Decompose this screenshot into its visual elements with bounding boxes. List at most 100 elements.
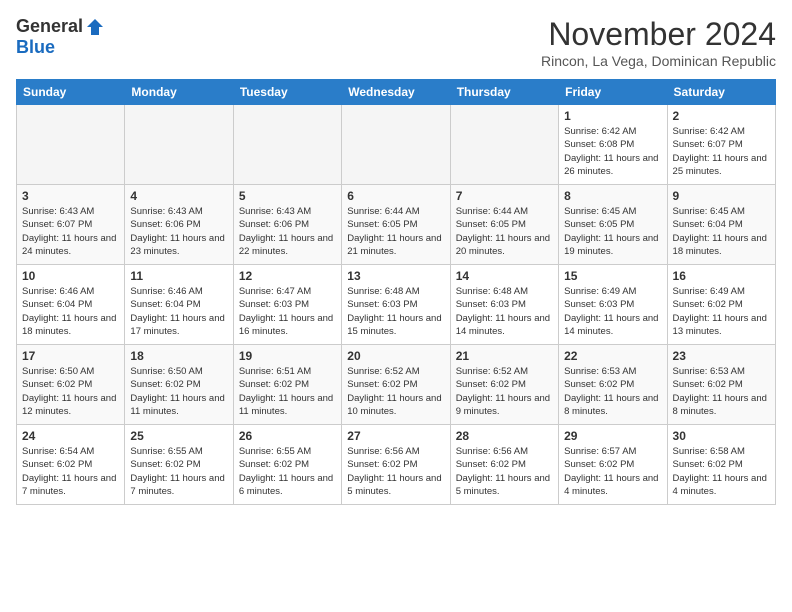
month-title: November 2024 xyxy=(541,16,776,53)
day-info: Sunrise: 6:55 AMSunset: 6:02 PMDaylight:… xyxy=(130,445,227,498)
weekday-header: Tuesday xyxy=(233,80,341,105)
calendar-day-cell: 2Sunrise: 6:42 AMSunset: 6:07 PMDaylight… xyxy=(667,105,775,185)
day-info: Sunrise: 6:43 AMSunset: 6:06 PMDaylight:… xyxy=(239,205,336,258)
logo-icon xyxy=(85,17,105,37)
weekday-header: Friday xyxy=(559,80,667,105)
day-info: Sunrise: 6:49 AMSunset: 6:03 PMDaylight:… xyxy=(564,285,661,338)
day-info: Sunrise: 6:57 AMSunset: 6:02 PMDaylight:… xyxy=(564,445,661,498)
title-section: November 2024 Rincon, La Vega, Dominican… xyxy=(541,16,776,69)
logo: General Blue xyxy=(16,16,105,58)
day-number: 12 xyxy=(239,269,336,283)
day-info: Sunrise: 6:58 AMSunset: 6:02 PMDaylight:… xyxy=(673,445,770,498)
calendar-week-row: 3 Sunrise: 6:43 AMSunset: 6:07 PMDaylight… xyxy=(17,185,776,265)
calendar-header-row: SundayMondayTuesdayWednesdayThursdayFrid… xyxy=(17,80,776,105)
calendar-day-cell: 21 Sunrise: 6:52 AMSunset: 6:02 PMDayligh… xyxy=(450,345,558,425)
day-info: Sunrise: 6:48 AMSunset: 6:03 PMDaylight:… xyxy=(347,285,444,338)
calendar-week-row: 10 Sunrise: 6:46 AMSunset: 6:04 PMDayligh… xyxy=(17,265,776,345)
weekday-header: Saturday xyxy=(667,80,775,105)
calendar-day-cell: 15 Sunrise: 6:49 AMSunset: 6:03 PMDayligh… xyxy=(559,265,667,345)
day-info: Sunrise: 6:42 AMSunset: 6:08 PMDaylight:… xyxy=(564,125,661,178)
day-number: 27 xyxy=(347,429,444,443)
day-number: 1 xyxy=(564,109,661,123)
weekday-header: Sunday xyxy=(17,80,125,105)
calendar-day-cell: 27 Sunrise: 6:56 AMSunset: 6:02 PMDayligh… xyxy=(342,425,450,505)
day-info: Sunrise: 6:50 AMSunset: 6:02 PMDaylight:… xyxy=(130,365,227,418)
calendar-day-cell: 30 Sunrise: 6:58 AMSunset: 6:02 PMDayligh… xyxy=(667,425,775,505)
calendar-day-cell: 6 Sunrise: 6:44 AMSunset: 6:05 PMDaylight… xyxy=(342,185,450,265)
calendar-day-cell: 16 Sunrise: 6:49 AMSunset: 6:02 PMDayligh… xyxy=(667,265,775,345)
day-number: 16 xyxy=(673,269,770,283)
calendar-day-cell: 4 Sunrise: 6:43 AMSunset: 6:06 PMDaylight… xyxy=(125,185,233,265)
calendar-table: SundayMondayTuesdayWednesdayThursdayFrid… xyxy=(16,79,776,505)
calendar-day-cell: 3 Sunrise: 6:43 AMSunset: 6:07 PMDaylight… xyxy=(17,185,125,265)
day-info: Sunrise: 6:49 AMSunset: 6:02 PMDaylight:… xyxy=(673,285,770,338)
day-number: 11 xyxy=(130,269,227,283)
calendar-week-row: 24 Sunrise: 6:54 AMSunset: 6:02 PMDayligh… xyxy=(17,425,776,505)
calendar-day-cell xyxy=(125,105,233,185)
calendar-day-cell: 18Sunrise: 6:50 AMSunset: 6:02 PMDayligh… xyxy=(125,345,233,425)
calendar-day-cell xyxy=(17,105,125,185)
logo-blue-text: Blue xyxy=(16,37,55,58)
day-number: 2 xyxy=(673,109,770,123)
weekday-header: Monday xyxy=(125,80,233,105)
day-info: Sunrise: 6:44 AMSunset: 6:05 PMDaylight:… xyxy=(347,205,444,258)
page-header: General Blue November 2024 Rincon, La Ve… xyxy=(16,16,776,69)
calendar-day-cell xyxy=(450,105,558,185)
calendar-day-cell: 24 Sunrise: 6:54 AMSunset: 6:02 PMDayligh… xyxy=(17,425,125,505)
day-number: 15 xyxy=(564,269,661,283)
calendar-day-cell: 23 Sunrise: 6:53 AMSunset: 6:02 PMDayligh… xyxy=(667,345,775,425)
weekday-header: Wednesday xyxy=(342,80,450,105)
calendar-week-row: 17Sunrise: 6:50 AMSunset: 6:02 PMDayligh… xyxy=(17,345,776,425)
day-info: Sunrise: 6:52 AMSunset: 6:02 PMDaylight:… xyxy=(347,365,444,418)
calendar-day-cell: 7Sunrise: 6:44 AMSunset: 6:05 PMDaylight… xyxy=(450,185,558,265)
day-number: 29 xyxy=(564,429,661,443)
day-number: 19 xyxy=(239,349,336,363)
day-info: Sunrise: 6:43 AMSunset: 6:07 PMDaylight:… xyxy=(22,205,119,258)
day-number: 22 xyxy=(564,349,661,363)
calendar-day-cell: 17Sunrise: 6:50 AMSunset: 6:02 PMDayligh… xyxy=(17,345,125,425)
calendar-day-cell: 9Sunrise: 6:45 AMSunset: 6:04 PMDaylight… xyxy=(667,185,775,265)
calendar-day-cell: 20Sunrise: 6:52 AMSunset: 6:02 PMDayligh… xyxy=(342,345,450,425)
calendar-day-cell xyxy=(342,105,450,185)
day-number: 8 xyxy=(564,189,661,203)
day-info: Sunrise: 6:55 AMSunset: 6:02 PMDaylight:… xyxy=(239,445,336,498)
calendar-day-cell: 25 Sunrise: 6:55 AMSunset: 6:02 PMDayligh… xyxy=(125,425,233,505)
calendar-day-cell xyxy=(233,105,341,185)
day-number: 14 xyxy=(456,269,553,283)
calendar-day-cell: 28 Sunrise: 6:56 AMSunset: 6:02 PMDayligh… xyxy=(450,425,558,505)
day-number: 23 xyxy=(673,349,770,363)
day-info: Sunrise: 6:48 AMSunset: 6:03 PMDaylight:… xyxy=(456,285,553,338)
calendar-day-cell: 10 Sunrise: 6:46 AMSunset: 6:04 PMDayligh… xyxy=(17,265,125,345)
day-info: Sunrise: 6:43 AMSunset: 6:06 PMDaylight:… xyxy=(130,205,227,258)
day-info: Sunrise: 6:52 AMSunset: 6:02 PMDaylight:… xyxy=(456,365,553,418)
day-number: 28 xyxy=(456,429,553,443)
day-number: 26 xyxy=(239,429,336,443)
day-number: 10 xyxy=(22,269,119,283)
calendar-day-cell: 22Sunrise: 6:53 AMSunset: 6:02 PMDayligh… xyxy=(559,345,667,425)
day-number: 25 xyxy=(130,429,227,443)
day-info: Sunrise: 6:53 AMSunset: 6:02 PMDaylight:… xyxy=(673,365,770,418)
day-info: Sunrise: 6:56 AMSunset: 6:02 PMDaylight:… xyxy=(456,445,553,498)
day-number: 24 xyxy=(22,429,119,443)
day-info: Sunrise: 6:45 AMSunset: 6:05 PMDaylight:… xyxy=(564,205,661,258)
calendar-day-cell: 19Sunrise: 6:51 AMSunset: 6:02 PMDayligh… xyxy=(233,345,341,425)
day-info: Sunrise: 6:50 AMSunset: 6:02 PMDaylight:… xyxy=(22,365,119,418)
day-number: 4 xyxy=(130,189,227,203)
day-info: Sunrise: 6:44 AMSunset: 6:05 PMDaylight:… xyxy=(456,205,553,258)
day-number: 3 xyxy=(22,189,119,203)
day-info: Sunrise: 6:46 AMSunset: 6:04 PMDaylight:… xyxy=(130,285,227,338)
calendar-day-cell: 29 Sunrise: 6:57 AMSunset: 6:02 PMDayligh… xyxy=(559,425,667,505)
day-number: 5 xyxy=(239,189,336,203)
day-info: Sunrise: 6:56 AMSunset: 6:02 PMDaylight:… xyxy=(347,445,444,498)
calendar-day-cell: 12Sunrise: 6:47 AMSunset: 6:03 PMDayligh… xyxy=(233,265,341,345)
calendar-day-cell: 13Sunrise: 6:48 AMSunset: 6:03 PMDayligh… xyxy=(342,265,450,345)
day-number: 21 xyxy=(456,349,553,363)
logo-general-text: General xyxy=(16,16,83,37)
day-number: 6 xyxy=(347,189,444,203)
day-info: Sunrise: 6:54 AMSunset: 6:02 PMDaylight:… xyxy=(22,445,119,498)
day-number: 30 xyxy=(673,429,770,443)
day-info: Sunrise: 6:45 AMSunset: 6:04 PMDaylight:… xyxy=(673,205,770,258)
location-text: Rincon, La Vega, Dominican Republic xyxy=(541,53,776,69)
day-info: Sunrise: 6:46 AMSunset: 6:04 PMDaylight:… xyxy=(22,285,119,338)
calendar-day-cell: 1 Sunrise: 6:42 AMSunset: 6:08 PMDaylight… xyxy=(559,105,667,185)
